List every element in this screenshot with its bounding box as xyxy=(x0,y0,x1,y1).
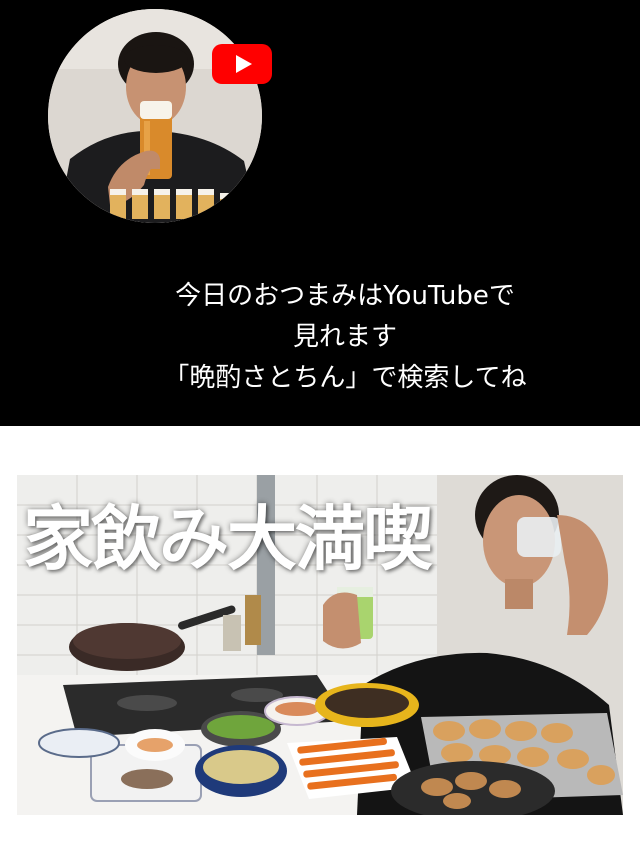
caption-line-1: 今日のおつまみはYouTubeで xyxy=(175,281,515,311)
thumbnail-title: 家飲み大満喫 xyxy=(23,498,433,580)
video-thumbnail[interactable]: 家飲み大満喫 xyxy=(17,475,623,815)
promo-caption: 今日のおつまみはYouTubeで 見れます 「晩酌さとちん」で検索してね xyxy=(0,276,640,399)
youtube-play-icon[interactable] xyxy=(212,44,272,84)
youtube-promo-panel: 今日のおつまみはYouTubeで 見れます 「晩酌さとちん」で検索してね xyxy=(0,0,640,426)
channel-avatar[interactable] xyxy=(48,9,262,223)
caption-line-3: 「晩酌さとちん」で検索してね xyxy=(163,363,527,393)
woman-drinking-beer-avatar xyxy=(48,9,262,223)
caption-line-2: 見れます xyxy=(292,322,397,352)
